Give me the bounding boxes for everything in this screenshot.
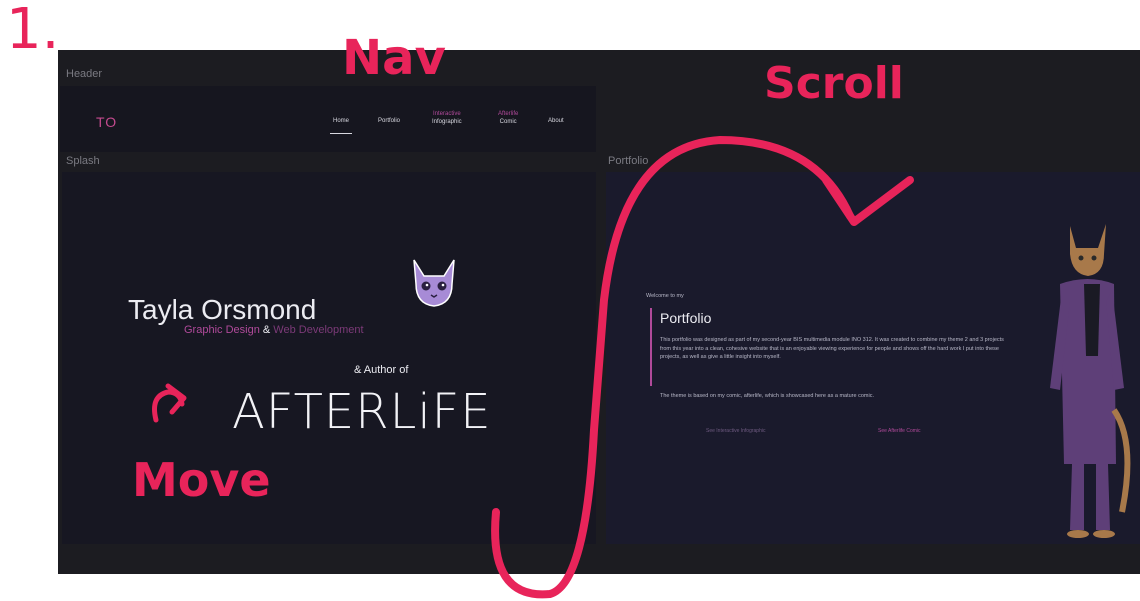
nav-comic-sublabel: Afterlife — [498, 111, 519, 117]
scroll-annotation: Scroll — [764, 58, 904, 109]
nav-infographic-label: Infographic — [432, 119, 462, 125]
cat-character-illustration — [1050, 224, 1131, 538]
comic-button[interactable]: See Afterlife Comic — [878, 428, 921, 434]
nav-infographic-sublabel: Interactive — [433, 111, 461, 117]
afterlife-title: AFTERLiFE — [232, 384, 492, 440]
header-section-label: Header — [66, 68, 103, 80]
tagline-ampersand: & — [262, 324, 271, 336]
nav-infographic[interactable]: Interactive Infographic — [432, 110, 462, 126]
step-number: 1. — [6, 0, 60, 62]
nav-about[interactable]: About — [548, 117, 564, 125]
tagline-web-development: Web Development — [273, 324, 364, 336]
nav-portfolio[interactable]: Portfolio — [378, 117, 400, 125]
site-logo[interactable]: TO — [96, 114, 117, 130]
nav-home-label: Home — [332, 118, 349, 124]
portfolio-theme-note: The theme is based on my comic, afterlif… — [660, 393, 874, 399]
portfolio-title: Portfolio — [660, 310, 712, 326]
nav-comic[interactable]: Afterlife Comic — [498, 110, 518, 126]
tagline-graphic-design: Graphic Design — [184, 324, 260, 336]
author-name: Tayla Orsmond — [128, 294, 317, 325]
portfolio-description: This portfolio was designed as part of m… — [660, 337, 1004, 360]
move-annotation: Move — [132, 453, 271, 507]
nav-annotation: Nav — [342, 30, 446, 86]
portfolio-accent-bar — [650, 308, 652, 386]
portfolio-section-label: Portfolio — [608, 155, 649, 167]
header-bar: TO Home Portfolio Interactive Infographi… — [60, 86, 596, 152]
author-of-label: & Author of — [354, 364, 409, 376]
nav-comic-label: Comic — [499, 119, 517, 125]
welcome-text: Welcome to my — [646, 293, 684, 299]
infographic-button[interactable]: See Interactive Infographic — [706, 428, 765, 434]
portfolio-panel: Welcome to my Portfolio This portfolio w… — [606, 172, 1140, 544]
splash-section-label: Splash — [66, 155, 100, 167]
cat-mascot-icon — [413, 259, 455, 307]
nav-home[interactable]: Home — [330, 117, 352, 134]
tagline: Graphic Design & Web Development — [184, 324, 364, 336]
active-underline — [330, 133, 352, 134]
